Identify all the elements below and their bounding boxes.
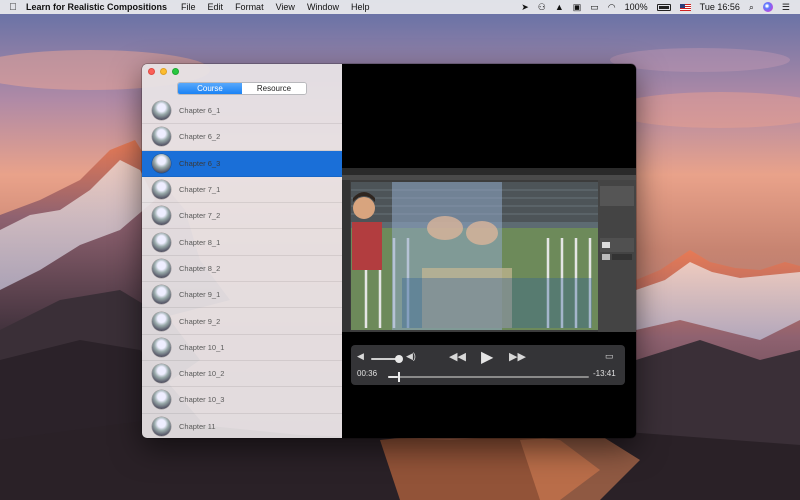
chapter-label: Chapter 9_2 bbox=[179, 316, 221, 326]
close-button[interactable] bbox=[148, 68, 155, 75]
chapter-thumbnail bbox=[152, 153, 171, 173]
sidebar: Course Resource Chapter 6_1 Chapter 6_2 … bbox=[142, 64, 342, 438]
rewind-icon[interactable]: ◀◀ bbox=[449, 350, 466, 363]
flag-icon[interactable] bbox=[679, 3, 691, 11]
chapter-row[interactable]: Chapter 8_2 bbox=[142, 256, 342, 283]
battery-icon[interactable] bbox=[656, 3, 671, 11]
chapter-row[interactable]: Chapter 9_2 bbox=[142, 308, 342, 335]
chapter-label: Chapter 10_2 bbox=[179, 369, 225, 379]
menu-view[interactable]: View bbox=[276, 2, 295, 12]
lock-icon[interactable]: ▣ bbox=[573, 0, 582, 14]
chapter-thumbnail bbox=[152, 127, 171, 147]
progress-fill bbox=[388, 376, 399, 378]
search-icon[interactable]: ⌕ bbox=[749, 0, 754, 14]
chapter-label: Chapter 6_3 bbox=[179, 158, 221, 168]
fast-forward-icon[interactable]: ▶▶ bbox=[509, 350, 526, 363]
location-icon[interactable]: ➤ bbox=[521, 0, 529, 14]
chapter-thumbnail bbox=[152, 258, 171, 278]
chapter-thumbnail bbox=[152, 180, 171, 200]
chapter-row-selected[interactable]: Chapter 6_3 bbox=[142, 150, 342, 177]
menu-format[interactable]: Format bbox=[235, 2, 264, 12]
chapter-row[interactable]: Chapter 11 bbox=[142, 414, 342, 438]
chapter-thumbnail bbox=[152, 416, 171, 436]
wifi-icon[interactable]: ◠ bbox=[608, 0, 616, 14]
chapter-row[interactable]: Chapter 10_1 bbox=[142, 335, 342, 361]
menu-window[interactable]: Window bbox=[307, 2, 339, 12]
chapter-thumbnail bbox=[152, 101, 171, 121]
minimize-button[interactable] bbox=[160, 68, 167, 75]
app-window: Course Resource Chapter 6_1 Chapter 6_2 … bbox=[142, 64, 636, 438]
progress-scrubber[interactable] bbox=[398, 372, 400, 382]
airplay-icon[interactable]: ▭ bbox=[605, 351, 614, 362]
chapter-thumbnail bbox=[152, 206, 171, 226]
display-icon[interactable]: ▭ bbox=[590, 0, 599, 14]
list-icon[interactable]: ☰ bbox=[782, 0, 790, 14]
chapter-row[interactable]: Chapter 7_1 bbox=[142, 177, 342, 204]
chapter-row[interactable]: Chapter 8_1 bbox=[142, 229, 342, 256]
chapter-label: Chapter 6_2 bbox=[179, 132, 221, 142]
menu-file[interactable]: File bbox=[181, 2, 196, 12]
clock[interactable]: Tue 16:56 bbox=[700, 0, 740, 14]
chapter-label: Chapter 10_1 bbox=[179, 342, 225, 352]
elapsed-time: 00:36 bbox=[357, 369, 378, 378]
battery-percent[interactable]: 100% bbox=[625, 0, 648, 14]
chapter-thumbnail bbox=[152, 285, 171, 305]
chapter-thumbnail bbox=[152, 390, 171, 410]
chapter-label: Chapter 10_3 bbox=[179, 395, 225, 405]
chapter-label: Chapter 9_1 bbox=[179, 290, 221, 300]
apple-menu-icon[interactable]:  bbox=[0, 2, 26, 13]
chapter-label: Chapter 8_1 bbox=[179, 237, 221, 247]
volume-high-icon[interactable]: ◀) bbox=[406, 351, 416, 362]
chapter-list: Chapter 6_1 Chapter 6_2 Chapter 6_3 Chap… bbox=[142, 98, 342, 438]
tab-resource[interactable]: Resource bbox=[242, 83, 306, 94]
chapter-label: Chapter 7_2 bbox=[179, 211, 221, 221]
tab-course[interactable]: Course bbox=[178, 83, 242, 94]
chapter-row[interactable]: Chapter 6_2 bbox=[142, 124, 342, 151]
chapter-label: Chapter 8_2 bbox=[179, 263, 221, 273]
remaining-time: -13:41 bbox=[593, 369, 616, 378]
chapter-row[interactable]: Chapter 10_3 bbox=[142, 387, 342, 414]
progress-bar[interactable] bbox=[388, 372, 589, 382]
app-name-menu[interactable]: Learn for Realistic Compositions bbox=[26, 2, 167, 12]
volume-slider-knob[interactable] bbox=[395, 355, 403, 363]
window-controls bbox=[148, 68, 179, 75]
volume-low-icon[interactable]: ◀ bbox=[357, 351, 364, 362]
chapter-thumbnail bbox=[152, 337, 171, 357]
video-player[interactable]: ◀ ◀) ◀◀ ▶ ▶▶ ▭ 00:36 -13:41 bbox=[342, 64, 636, 438]
chapter-label: Chapter 6_1 bbox=[179, 106, 221, 116]
chapter-row[interactable]: Chapter 7_2 bbox=[142, 203, 342, 230]
menu-help[interactable]: Help bbox=[351, 2, 370, 12]
chapter-thumbnail bbox=[152, 232, 171, 252]
video-content-image bbox=[342, 168, 636, 332]
status-area: ➤ ⚇ ▲ ▣ ▭ ◠ 100% Tue 16:56 ⌕ ☰ bbox=[521, 0, 790, 14]
chapter-label: Chapter 11 bbox=[179, 421, 216, 431]
playback-controls: ◀ ◀) ◀◀ ▶ ▶▶ ▭ 00:36 -13:41 bbox=[351, 345, 625, 385]
chapter-thumbnail bbox=[152, 364, 171, 384]
tab-segmented-control: Course Resource bbox=[177, 82, 307, 95]
chapter-label: Chapter 7_1 bbox=[179, 185, 221, 195]
video-frame[interactable] bbox=[342, 168, 636, 332]
menu-edit[interactable]: Edit bbox=[208, 2, 224, 12]
menu-bar:  Learn for Realistic Compositions File … bbox=[0, 0, 800, 14]
siri-icon[interactable] bbox=[762, 2, 773, 12]
chapter-row[interactable]: Chapter 10_2 bbox=[142, 361, 342, 388]
app-icon[interactable]: ⚇ bbox=[538, 0, 546, 14]
play-button[interactable]: ▶ bbox=[481, 347, 493, 367]
chapter-row[interactable]: Chapter 9_1 bbox=[142, 282, 342, 309]
hat-icon[interactable]: ▲ bbox=[555, 0, 564, 14]
chapter-thumbnail bbox=[152, 311, 171, 331]
zoom-button[interactable] bbox=[172, 68, 179, 75]
chapter-row[interactable]: Chapter 6_1 bbox=[142, 98, 342, 125]
